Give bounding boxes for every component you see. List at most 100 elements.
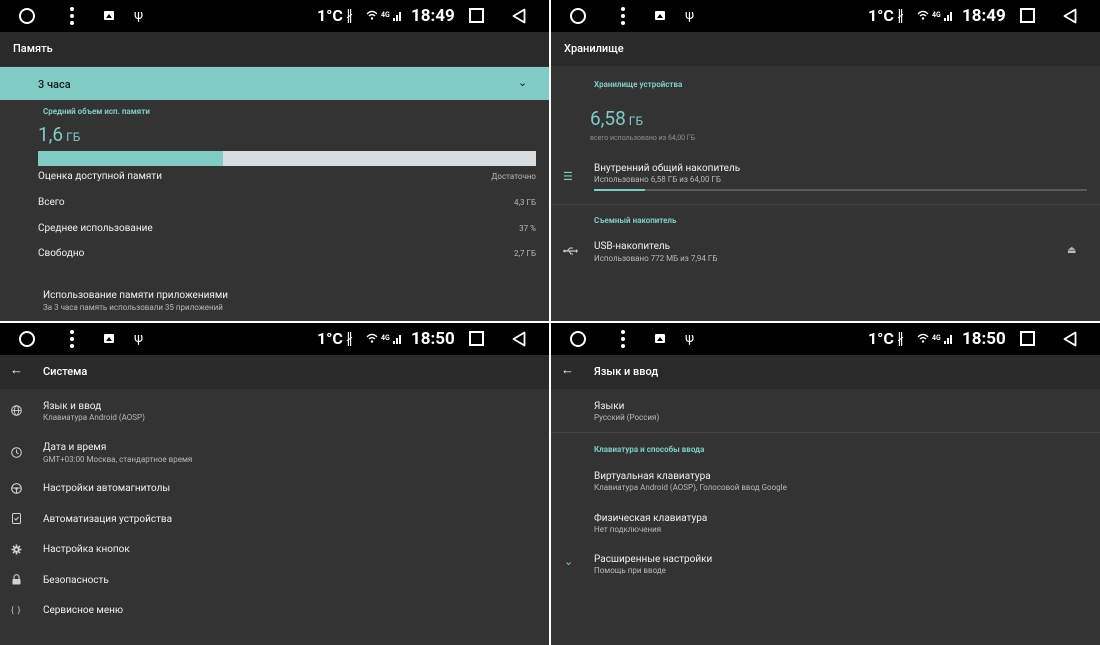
status-bar: ψ 1°C ∦ 4G 18:49 bbox=[551, 0, 1100, 32]
back-arrow-icon[interactable]: ← bbox=[10, 364, 23, 378]
memory-usage-bar bbox=[38, 151, 536, 166]
eject-icon[interactable]: ⏏ bbox=[1067, 245, 1076, 257]
menu-item-security[interactable]: Безопасность bbox=[43, 575, 109, 587]
internal-storage-title[interactable]: Внутренний общий накопитель bbox=[594, 163, 740, 175]
menu-item-date-time[interactable]: Дата и время bbox=[43, 442, 106, 454]
home-circle-icon[interactable] bbox=[570, 8, 586, 24]
image-notification-icon bbox=[655, 334, 665, 343]
menu-item-language-input[interactable]: Язык и ввод bbox=[43, 401, 101, 413]
app-bar: ← Язык и ввод bbox=[551, 355, 1100, 389]
menu-dots-icon[interactable] bbox=[621, 7, 625, 25]
row-label: Свободно bbox=[38, 248, 85, 259]
image-notification-icon bbox=[655, 11, 665, 20]
language-input-screen: ψ 1°C ∦ 4G 18:50 ← Язык и ввод Языки Рус… bbox=[551, 323, 1100, 645]
bluetooth-icon: ∦ bbox=[346, 8, 353, 24]
wifi-icon bbox=[366, 10, 378, 20]
menu-item-device-automation[interactable]: Автоматизация устройства bbox=[43, 514, 172, 526]
chevron-down-icon: ⌄ bbox=[564, 555, 574, 568]
usb-storage-subtitle: Использовано 772 МБ из 7,94 ГБ bbox=[594, 254, 718, 263]
usb-icon: ψ bbox=[134, 8, 144, 23]
memory-screen: ψ 1°C ∦ 4G 18:49 Память 3 часа ⌄ Средний… bbox=[0, 0, 549, 321]
menu-item-button-settings[interactable]: Настройка кнопок bbox=[43, 544, 130, 556]
bluetooth-icon: ∦ bbox=[346, 331, 353, 347]
period-dropdown[interactable]: 3 часа ⌄ bbox=[0, 67, 549, 100]
internal-storage-progress bbox=[594, 189, 1087, 191]
usb-storage-title[interactable]: USB-накопитель bbox=[594, 241, 670, 253]
recents-square-icon[interactable] bbox=[469, 331, 484, 346]
temperature: 1°C bbox=[317, 329, 343, 348]
usb-icon: ψ bbox=[134, 331, 144, 346]
page-title: Язык и ввод bbox=[594, 365, 659, 378]
home-circle-icon[interactable] bbox=[19, 8, 35, 24]
app-memory-usage-title[interactable]: Использование памяти приложениями bbox=[43, 290, 228, 302]
network-type: 4G bbox=[932, 334, 941, 342]
back-arrow-icon[interactable]: ← bbox=[561, 364, 574, 378]
menu-dots-icon[interactable] bbox=[70, 330, 74, 348]
image-notification-icon bbox=[104, 11, 114, 20]
wifi-icon bbox=[917, 333, 929, 343]
steering-wheel-icon bbox=[11, 483, 22, 497]
physical-keyboard-item[interactable]: Физическая клавиатура bbox=[594, 513, 707, 525]
home-circle-icon[interactable] bbox=[570, 331, 586, 347]
row-label: Оценка доступной памяти bbox=[38, 171, 162, 182]
advanced-settings-item[interactable]: Расширенные настройки bbox=[594, 554, 712, 566]
internal-storage-progress-fill bbox=[594, 189, 645, 191]
menu-item-subtitle: GMT+03:00 Москва, стандартное время bbox=[43, 455, 193, 464]
back-triangle-icon[interactable] bbox=[512, 331, 526, 347]
advanced-settings-subtitle: Помощь при вводе bbox=[594, 566, 666, 575]
signal-icon bbox=[393, 335, 401, 344]
temperature: 1°C bbox=[868, 329, 894, 348]
home-circle-icon[interactable] bbox=[19, 331, 35, 347]
row-value: 2,7 ГБ bbox=[513, 249, 536, 258]
app-bar: Хранилище bbox=[551, 32, 1100, 66]
back-triangle-icon[interactable] bbox=[1063, 331, 1077, 347]
temperature: 1°C bbox=[868, 6, 894, 25]
languages-item[interactable]: Языки bbox=[594, 401, 624, 413]
removable-storage-section: Съемный накопитель bbox=[594, 216, 677, 225]
menu-item-car-settings[interactable]: Настройки автомагнитолы bbox=[43, 483, 170, 495]
clock: 18:50 bbox=[962, 329, 1006, 349]
physical-keyboard-subtitle: Нет подключения bbox=[594, 525, 662, 534]
row-label: Среднее использование bbox=[38, 223, 153, 234]
storage-used-subtitle: всего использовано из 64,00 ГБ bbox=[590, 134, 696, 142]
network-type: 4G bbox=[381, 334, 390, 342]
usb-icon: ψ bbox=[685, 331, 695, 346]
row-value: 37 % bbox=[519, 224, 536, 233]
wifi-icon bbox=[917, 10, 929, 20]
menu-item-subtitle: Клавиатура Android (AOSP) bbox=[43, 413, 145, 422]
chevron-down-icon: ⌄ bbox=[518, 76, 528, 89]
virtual-keyboard-item[interactable]: Виртуальная клавиатура bbox=[594, 471, 711, 483]
globe-icon bbox=[11, 405, 22, 420]
avg-usage-label: Средний объем исп. памяти bbox=[43, 107, 150, 116]
back-triangle-icon[interactable] bbox=[512, 8, 526, 24]
network-type: 4G bbox=[381, 11, 390, 19]
app-memory-usage-subtitle: За 3 часа память использовали 35 приложе… bbox=[43, 303, 223, 312]
internal-storage-subtitle: Использовано 6,58 ГБ из 64,00 ГБ bbox=[594, 175, 721, 184]
usb-icon: ψ bbox=[685, 8, 695, 23]
back-triangle-icon[interactable] bbox=[1063, 8, 1077, 24]
signal-icon bbox=[393, 12, 401, 21]
wifi-icon bbox=[366, 333, 378, 343]
recents-square-icon[interactable] bbox=[1020, 8, 1035, 23]
clock: 18:50 bbox=[411, 329, 455, 349]
period-value: 3 часа bbox=[38, 78, 71, 91]
section-divider bbox=[551, 432, 1100, 433]
app-bar: ← Система bbox=[0, 355, 549, 389]
image-notification-icon bbox=[104, 334, 114, 343]
clock: 18:49 bbox=[962, 6, 1006, 26]
page-title: Хранилище bbox=[564, 42, 624, 55]
avg-usage-value: 1,6 ГБ bbox=[38, 123, 81, 146]
recents-square-icon[interactable] bbox=[469, 8, 484, 23]
keyboards-section: Клавиатура и способы ввода bbox=[594, 445, 705, 454]
signal-icon bbox=[944, 12, 952, 21]
bluetooth-icon: ∦ bbox=[897, 8, 904, 24]
usb-drive-icon bbox=[563, 247, 578, 255]
storage-screen: ψ 1°C ∦ 4G 18:49 Хранилище Хранилище уст… bbox=[551, 0, 1100, 321]
menu-dots-icon[interactable] bbox=[70, 7, 74, 25]
status-bar: ψ 1°C ∦ 4G 18:50 bbox=[551, 323, 1100, 355]
menu-dots-icon[interactable] bbox=[621, 330, 625, 348]
section-divider bbox=[551, 204, 1100, 205]
recents-square-icon[interactable] bbox=[1020, 331, 1035, 346]
menu-item-service-menu[interactable]: Сервисное меню bbox=[43, 605, 123, 617]
device-storage-section: Хранилище устройства bbox=[594, 80, 683, 89]
